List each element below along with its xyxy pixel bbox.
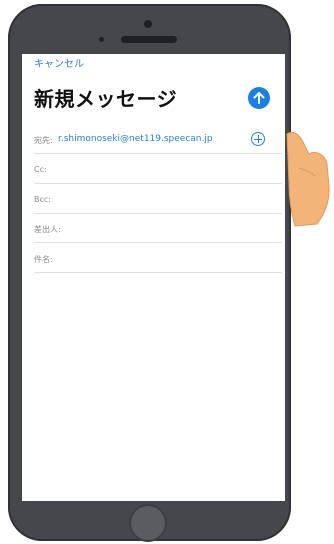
from-label: 差出人: [34,225,61,234]
arrow-up-icon [253,92,265,104]
subject-field[interactable]: 件名: [34,243,282,273]
cc-label: Cc: [34,165,47,174]
bcc-field[interactable]: Bcc: [34,184,282,214]
hand-icon [286,131,330,227]
cc-field[interactable]: Cc: [34,154,282,184]
bcc-label: Bcc: [34,195,51,204]
home-button[interactable] [129,504,167,542]
subject-label: 件名: [34,255,53,264]
to-label: 宛先: [34,136,53,145]
add-recipient-icon[interactable] [251,132,265,146]
sensor-dot [99,37,104,42]
to-field[interactable]: 宛先: r.shimonoseki@net119.speecan.jp [34,124,282,154]
mail-compose-screen: キャンセル 新規メッセージ 宛先: r.shimonoseki@net119.s… [22,54,285,501]
phone-frame: キャンセル 新規メッセージ 宛先: r.shimonoseki@net119.s… [8,4,291,542]
page-title: 新規メッセージ [34,87,178,111]
front-camera [144,20,152,28]
send-button[interactable] [248,87,270,109]
cancel-button[interactable]: キャンセル [34,55,84,70]
to-value[interactable]: r.shimonoseki@net119.speecan.jp [58,134,213,144]
earpiece-speaker [121,36,177,43]
from-field[interactable]: 差出人: [34,213,282,243]
